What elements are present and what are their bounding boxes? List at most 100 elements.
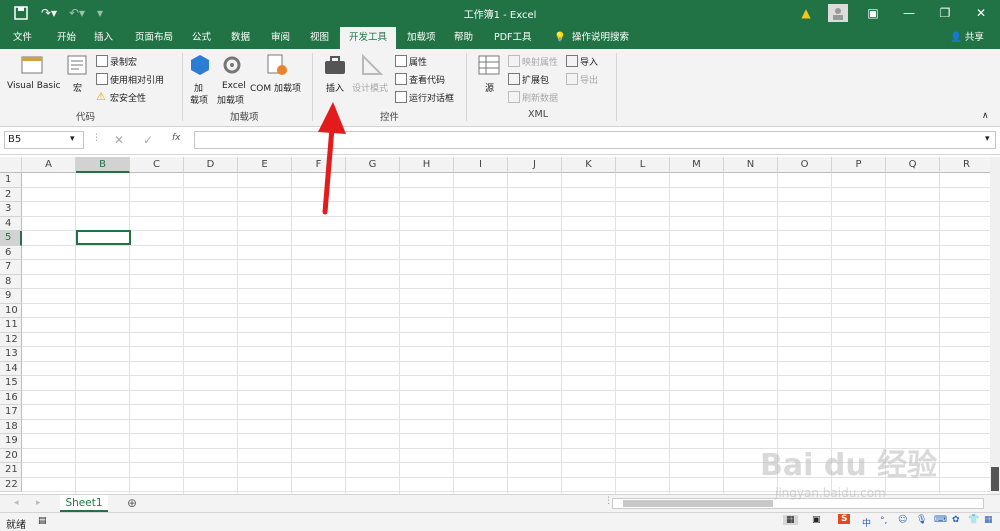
- cancel-icon[interactable]: ✕: [114, 133, 124, 147]
- tab-review[interactable]: 审阅: [267, 27, 294, 49]
- new-sheet-button[interactable]: ⊕: [127, 496, 137, 510]
- macros-button[interactable]: 宏: [73, 81, 82, 94]
- select-all-corner[interactable]: [0, 157, 22, 173]
- row-header-10[interactable]: 10: [0, 303, 22, 318]
- excel-addins-button[interactable]: Excel: [222, 81, 246, 91]
- prev-sheet-icon[interactable]: ◂: [14, 498, 19, 508]
- toolbox-icon[interactable]: ▦: [984, 515, 993, 525]
- row-header-9[interactable]: 9: [0, 289, 22, 304]
- tab-file[interactable]: 文件: [9, 27, 36, 49]
- row-header-6[interactable]: 6: [0, 245, 22, 260]
- macro-record-status-icon[interactable]: ▤: [38, 516, 47, 526]
- row-header-12[interactable]: 12: [0, 332, 22, 347]
- row-header-11[interactable]: 11: [0, 318, 22, 333]
- normal-view-icon[interactable]: ▦: [783, 515, 798, 525]
- run-dialog-button[interactable]: 运行对话框: [409, 91, 454, 104]
- keyboard-icon[interactable]: ⌨: [934, 515, 947, 525]
- column-header-b[interactable]: B: [76, 157, 130, 173]
- insert-function-icon[interactable]: fx: [172, 133, 181, 143]
- expansion-packs-button[interactable]: 扩展包: [522, 73, 549, 86]
- tab-home[interactable]: 开始: [53, 27, 80, 49]
- tab-help[interactable]: 帮助: [450, 27, 477, 49]
- tab-pdf-tools[interactable]: PDF工具: [490, 27, 536, 49]
- scroll-thumb[interactable]: [991, 467, 999, 491]
- ime-chinese-icon[interactable]: 中: [862, 516, 871, 529]
- column-header-l[interactable]: L: [616, 157, 670, 173]
- skin-icon[interactable]: ✿: [952, 515, 960, 525]
- record-macro-button[interactable]: 录制宏: [110, 55, 137, 68]
- ribbon-display-icon[interactable]: ▣: [866, 4, 880, 22]
- tell-me-search[interactable]: 操作说明搜索: [568, 27, 633, 49]
- row-header-14[interactable]: 14: [0, 361, 22, 376]
- ime-punct-icon[interactable]: °,: [880, 516, 887, 526]
- minimize-icon[interactable]: —: [902, 4, 916, 22]
- map-properties-button[interactable]: 映射属性: [522, 55, 558, 68]
- warning-icon[interactable]: ▲: [798, 4, 814, 22]
- sheet-tab-sheet1[interactable]: Sheet1: [60, 495, 108, 512]
- page-layout-view-icon[interactable]: ▣: [812, 515, 821, 525]
- tab-developer[interactable]: 开发工具: [340, 27, 396, 49]
- export-button[interactable]: 导出: [580, 73, 598, 86]
- row-header-17[interactable]: 17: [0, 405, 22, 420]
- next-sheet-icon[interactable]: ▸: [36, 498, 41, 508]
- tab-view[interactable]: 视图: [306, 27, 333, 49]
- view-code-button[interactable]: 查看代码: [409, 73, 445, 86]
- column-header-h[interactable]: H: [400, 157, 454, 173]
- import-button[interactable]: 导入: [580, 55, 598, 68]
- sogou-ime-icon[interactable]: S: [838, 514, 851, 524]
- row-header-22[interactable]: 22: [0, 477, 22, 492]
- microphone-icon[interactable]: 🎙: [916, 515, 927, 525]
- column-header-m[interactable]: M: [670, 157, 724, 173]
- column-header-p[interactable]: P: [832, 157, 886, 173]
- tab-insert[interactable]: 插入: [90, 27, 117, 49]
- column-header-o[interactable]: O: [778, 157, 832, 173]
- row-header-15[interactable]: 15: [0, 376, 22, 391]
- refresh-data-button[interactable]: 刷新数据: [522, 91, 558, 104]
- design-mode-button[interactable]: 设计模式: [352, 81, 388, 94]
- row-header-19[interactable]: 19: [0, 434, 22, 449]
- hscroll-thumb[interactable]: [623, 500, 773, 507]
- column-header-i[interactable]: I: [454, 157, 508, 173]
- row-header-7[interactable]: 7: [0, 260, 22, 275]
- tab-data[interactable]: 数据: [227, 27, 254, 49]
- row-header-21[interactable]: 21: [0, 463, 22, 478]
- row-header-4[interactable]: 4: [0, 216, 22, 231]
- column-header-q[interactable]: Q: [886, 157, 940, 173]
- tab-addins[interactable]: 加载项: [403, 27, 440, 49]
- relative-ref-button[interactable]: 使用相对引用: [110, 73, 164, 86]
- macro-security-button[interactable]: 宏安全性: [110, 91, 146, 104]
- row-header-13[interactable]: 13: [0, 347, 22, 362]
- enter-icon[interactable]: ✓: [143, 133, 153, 147]
- column-header-c[interactable]: C: [130, 157, 184, 173]
- insert-controls-button[interactable]: 插入: [326, 81, 344, 94]
- row-header-1[interactable]: 1: [0, 173, 22, 188]
- expand-formula-icon[interactable]: ▾: [985, 134, 990, 144]
- column-header-e[interactable]: E: [238, 157, 292, 173]
- properties-button[interactable]: 属性: [409, 55, 427, 68]
- tab-formulas[interactable]: 公式: [188, 27, 215, 49]
- avatar[interactable]: [828, 4, 848, 22]
- row-header-3[interactable]: 3: [0, 202, 22, 217]
- name-box-dropdown-icon[interactable]: ▾: [70, 134, 75, 144]
- row-header-8[interactable]: 8: [0, 274, 22, 289]
- row-header-18[interactable]: 18: [0, 419, 22, 434]
- close-icon[interactable]: ✕: [974, 4, 988, 22]
- row-header-2[interactable]: 2: [0, 187, 22, 202]
- column-header-r[interactable]: R: [940, 157, 990, 173]
- column-header-k[interactable]: K: [562, 157, 616, 173]
- column-header-j[interactable]: J: [508, 157, 562, 173]
- active-cell[interactable]: [76, 230, 131, 245]
- share-button[interactable]: 👤 共享: [946, 27, 988, 49]
- row-header-5[interactable]: 5: [0, 231, 22, 246]
- collapse-ribbon-icon[interactable]: ∧: [982, 111, 989, 121]
- com-addins-button[interactable]: COM 加载项: [250, 81, 301, 94]
- xml-source-button[interactable]: 源: [485, 81, 494, 94]
- tab-page-layout[interactable]: 页面布局: [131, 27, 177, 49]
- row-header-20[interactable]: 20: [0, 448, 22, 463]
- emoji-icon[interactable]: ☺: [898, 515, 907, 525]
- column-header-d[interactable]: D: [184, 157, 238, 173]
- shirt-icon[interactable]: 👕: [968, 515, 979, 525]
- column-header-a[interactable]: A: [22, 157, 76, 173]
- column-header-n[interactable]: N: [724, 157, 778, 173]
- vertical-scrollbar[interactable]: [990, 157, 1000, 494]
